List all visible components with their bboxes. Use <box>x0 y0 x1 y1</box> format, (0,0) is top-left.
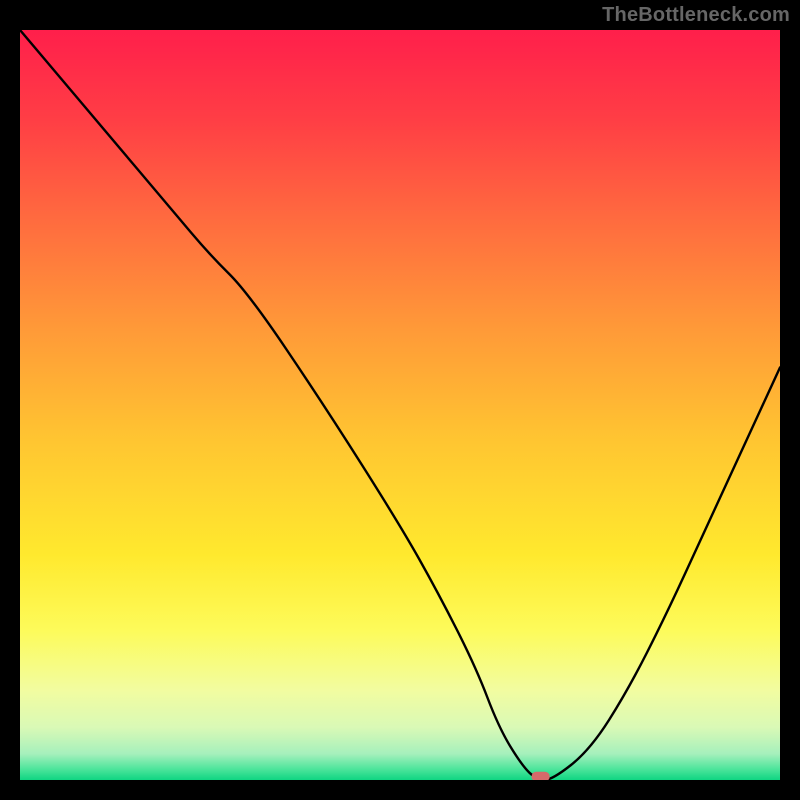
gradient-background <box>20 30 780 780</box>
chart-container: TheBottleneck.com <box>0 0 800 800</box>
plot-area <box>20 30 780 780</box>
optimal-marker <box>531 772 549 780</box>
watermark-text: TheBottleneck.com <box>602 4 790 27</box>
bottleneck-chart <box>20 30 780 780</box>
